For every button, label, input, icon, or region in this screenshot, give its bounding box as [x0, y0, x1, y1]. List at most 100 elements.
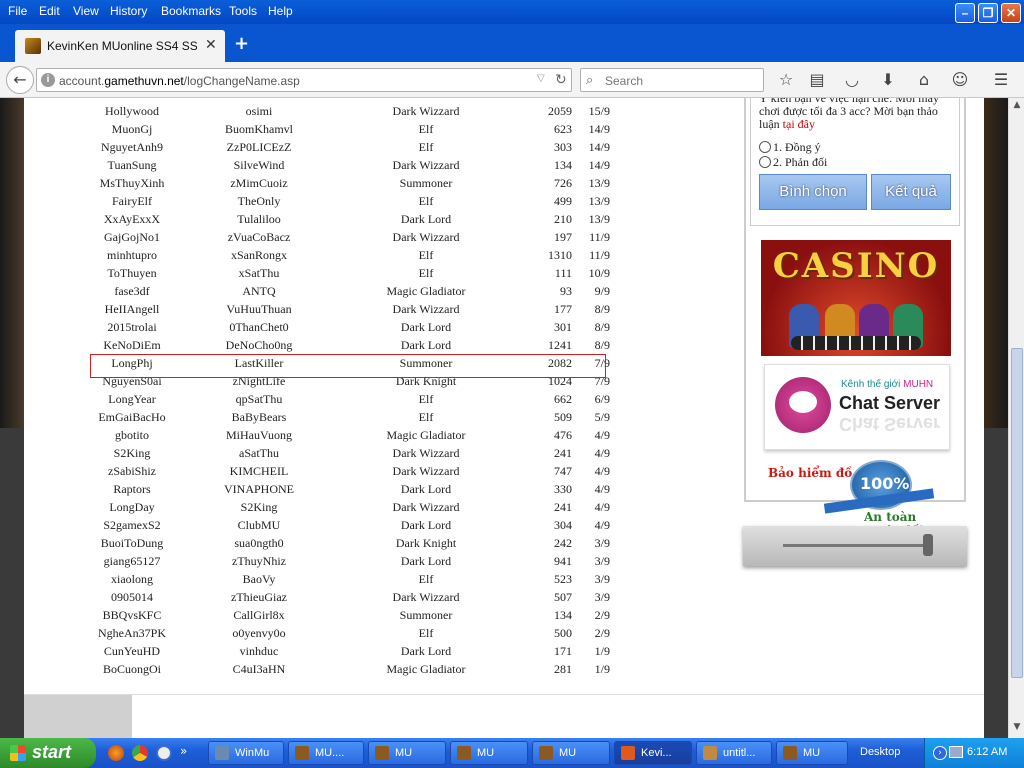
table-row: TuanSung SilveWind Dark Wizzard 134 14/9: [84, 156, 644, 174]
menu-edit[interactable]: Edit: [39, 4, 60, 18]
restore-icon[interactable]: ❐: [978, 3, 998, 23]
quicklaunch-overflow-icon[interactable]: »: [180, 744, 187, 758]
chat-server-banner[interactable]: Kênh thế giới MUHN Chat Server Chat Serv…: [764, 364, 950, 450]
cell-character-name: zSabiShiz: [108, 464, 156, 478]
cell-level: 747: [554, 464, 572, 478]
cell-date: 3/9: [594, 590, 610, 604]
change-name-log-table: Hollywood osimi Dark Wizzard 2059 15/9 MuonGj…: [84, 102, 644, 678]
reading-list-icon[interactable]: ▤: [806, 70, 828, 92]
chat-server-reflection: Chat Server: [839, 414, 941, 434]
scroll-thumb[interactable]: [1011, 348, 1023, 678]
cell-character-name: BoCuongOi: [102, 662, 161, 676]
guarantee-percent: 100%: [860, 474, 910, 493]
cell-new-name: SilveWind: [233, 158, 285, 172]
results-button[interactable]: Kết quả: [871, 174, 951, 210]
media-player-icon[interactable]: [156, 745, 172, 761]
dropdown-arrow-icon[interactable]: ▽: [537, 73, 545, 84]
menu-help[interactable]: Help: [268, 4, 293, 18]
start-button[interactable]: start: [0, 738, 96, 768]
cell-class: Magic Gladiator: [386, 428, 466, 442]
tab-close-icon[interactable]: ✕: [205, 36, 217, 53]
info-icon[interactable]: i: [41, 73, 55, 87]
radio-agree[interactable]: [759, 141, 771, 153]
cell-level: 303: [554, 140, 572, 154]
page-scrollbar[interactable]: ▲ ▼: [1008, 98, 1024, 738]
bookmark-star-icon[interactable]: ☆: [775, 70, 797, 92]
cell-character-name: XxAyExxX: [103, 212, 161, 226]
taskbar-item[interactable]: Kevi...: [614, 741, 692, 765]
taskbar-item[interactable]: MU....: [288, 741, 364, 765]
cell-class: Dark Lord: [400, 644, 452, 658]
poll-option-disagree[interactable]: 2. Phản đối: [759, 155, 827, 170]
cell-new-name: VINAPHONE: [224, 482, 294, 496]
casino-banner[interactable]: CASINO: [761, 240, 951, 356]
cell-character-name: EmGaiBacHo: [98, 410, 166, 424]
app-icon: [539, 746, 553, 760]
cell-date: 11/9: [589, 248, 610, 262]
menu-history[interactable]: History: [110, 4, 147, 18]
cell-level: 330: [554, 482, 572, 496]
pocket-icon[interactable]: ◡: [841, 70, 863, 92]
hamburger-menu-icon[interactable]: ☰: [990, 70, 1012, 92]
cell-class: Dark Lord: [400, 482, 452, 496]
reload-icon[interactable]: ↻: [555, 71, 567, 88]
taskbar-item[interactable]: WinMu: [208, 741, 284, 765]
cell-date: 4/9: [594, 500, 610, 514]
taskbar-item[interactable]: MU: [776, 741, 848, 765]
minimize-icon[interactable]: –: [955, 3, 975, 23]
cell-class: Magic Gladiator: [386, 284, 466, 298]
poll-option-agree[interactable]: 1. Đồng ý: [759, 140, 821, 155]
menu-bookmarks[interactable]: Bookmarks: [161, 4, 221, 18]
radio-disagree[interactable]: [759, 156, 771, 168]
cell-class: Elf: [418, 248, 434, 262]
item-insurance-banner[interactable]: 100% Bảo hiểm đồ An toàn tuyệt đối: [764, 460, 954, 538]
cell-level: 304: [554, 518, 572, 532]
cell-date: 15/9: [588, 104, 610, 118]
url-bar[interactable]: i account.gamethuvn.net/logChangeName.as…: [36, 68, 572, 92]
menu-file[interactable]: File: [8, 4, 27, 18]
new-tab-icon[interactable]: +: [234, 33, 249, 54]
emoji-icon[interactable]: ☺: [949, 70, 971, 92]
cell-class: Elf: [418, 572, 434, 586]
scroll-down-icon[interactable]: ▼: [1011, 722, 1023, 734]
firefox-icon[interactable]: [108, 745, 124, 761]
taskbar-item[interactable]: MU: [368, 741, 446, 765]
cell-date: 5/9: [594, 410, 610, 424]
cell-date: 14/9: [588, 158, 610, 172]
menu-view[interactable]: View: [73, 4, 99, 18]
tab-active[interactable]: KevinKen MUonline SS4 SS6 S... ✕: [15, 30, 225, 62]
menu-tools[interactable]: Tools: [229, 4, 257, 18]
chrome-icon[interactable]: [132, 745, 148, 761]
page-content: Hollywood osimi Dark Wizzard 2059 15/9 MuonGj…: [24, 98, 984, 738]
cell-new-name: BaByBears: [231, 410, 287, 424]
cell-class: Dark Lord: [400, 338, 452, 352]
tray-expand-icon[interactable]: ›: [933, 746, 947, 760]
cell-character-name: CunYeuHD: [103, 644, 161, 658]
back-arrow-icon[interactable]: ←: [6, 66, 34, 94]
home-icon[interactable]: ⌂: [913, 70, 935, 92]
close-window-icon[interactable]: ✕: [1001, 3, 1021, 23]
app-icon: [295, 746, 309, 760]
desktop-toolbar-label[interactable]: Desktop: [860, 746, 900, 758]
poll-discussion-link[interactable]: tại đây: [783, 117, 815, 131]
cell-date: 4/9: [594, 482, 610, 496]
taskbar-item[interactable]: untitl...: [696, 741, 772, 765]
sword-decoration: [743, 526, 967, 566]
taskbar-item[interactable]: MU: [532, 741, 610, 765]
cell-level: 500: [554, 626, 572, 640]
cell-class: Dark Wizzard: [392, 104, 460, 118]
cell-class: Dark Lord: [400, 554, 452, 568]
cell-new-name: ZzP0LICEzZ: [226, 140, 292, 154]
vote-button[interactable]: Bình chọn: [759, 174, 867, 210]
search-input[interactable]: ⌕ Search: [580, 68, 764, 92]
download-icon[interactable]: ⬇: [877, 70, 899, 92]
scroll-up-icon[interactable]: ▲: [1011, 100, 1023, 112]
cell-new-name: S2King: [240, 500, 278, 514]
cell-class: Dark Lord: [400, 212, 452, 226]
cell-character-name: FairyElf: [112, 194, 152, 208]
cell-level: 1310: [548, 248, 572, 262]
taskbar-item[interactable]: MU: [450, 741, 528, 765]
network-icon[interactable]: [949, 746, 963, 758]
cell-date: 11/9: [589, 230, 610, 244]
cell-character-name: S2King: [113, 446, 151, 460]
